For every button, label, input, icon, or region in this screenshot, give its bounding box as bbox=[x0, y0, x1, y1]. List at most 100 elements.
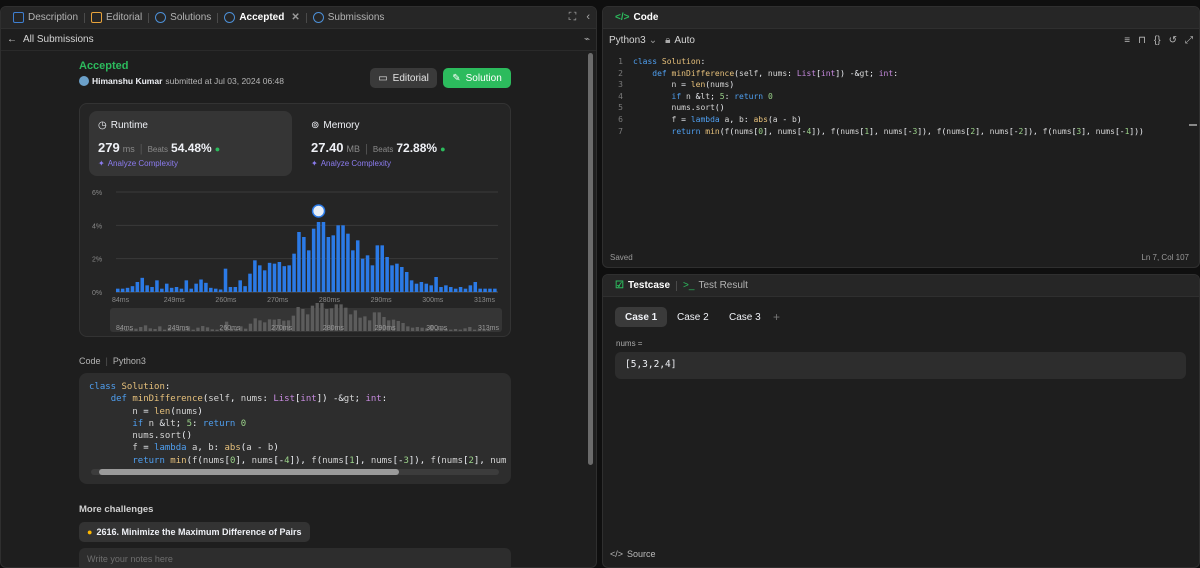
code-viewer[interactable]: class Solution: def minDifference(self, … bbox=[79, 373, 511, 484]
solution-label: Solution bbox=[465, 72, 502, 84]
bar bbox=[213, 288, 218, 292]
memory-unit: MB bbox=[346, 144, 361, 154]
chevron-left-icon[interactable]: ‹ bbox=[586, 11, 590, 24]
editorial-button[interactable]: ▭ Editorial bbox=[370, 68, 437, 88]
mini-bar bbox=[253, 318, 257, 331]
tab-accepted[interactable]: Accepted ✕ bbox=[218, 7, 305, 29]
bookmark-icon[interactable]: ⊓ bbox=[1138, 35, 1146, 46]
case-3-tab[interactable]: Case 3 bbox=[719, 307, 771, 327]
book-icon: ▭ bbox=[378, 72, 388, 84]
nums-input[interactable]: [5,3,2,4] bbox=[615, 352, 1186, 379]
runtime-distribution-chart[interactable]: 6% 4% 2% 0% 84ms 249ms 260ms 270ms 280ms 290ms 300… bbox=[80, 180, 512, 340]
book-icon bbox=[91, 12, 103, 23]
bar bbox=[331, 235, 336, 292]
source-link[interactable]: Source bbox=[627, 549, 656, 559]
solution-button[interactable]: ✎ Solution bbox=[443, 68, 511, 88]
username[interactable]: Himanshu Kumar bbox=[92, 76, 162, 86]
mini-bar bbox=[153, 329, 157, 331]
editor-line: 1 class Solution: bbox=[618, 57, 706, 66]
avatar[interactable] bbox=[79, 76, 89, 86]
bar bbox=[297, 232, 301, 292]
y-tick-label: 0% bbox=[92, 290, 102, 297]
testcase-panel: ☑ Testcase >_ Test Result Case 1 Case 2 Ca… bbox=[602, 274, 1200, 568]
code-block: class Solution: def minDifference(self, … bbox=[89, 381, 507, 467]
case-2-tab[interactable]: Case 2 bbox=[667, 307, 719, 327]
mini-x-label: 280ms bbox=[323, 325, 345, 332]
bar bbox=[463, 288, 468, 292]
bar bbox=[267, 262, 272, 292]
sparkle-icon: ✦ bbox=[98, 159, 105, 168]
mini-bar bbox=[368, 320, 372, 331]
tab-submissions[interactable]: Submissions bbox=[307, 7, 391, 29]
format-icon[interactable]: ≡ bbox=[1124, 35, 1130, 46]
tab-testcase[interactable]: ☑ Testcase bbox=[609, 275, 676, 297]
bar bbox=[370, 265, 375, 292]
bar bbox=[189, 288, 193, 292]
case-label: Case 3 bbox=[729, 311, 761, 323]
language-select[interactable]: Python3 bbox=[609, 35, 646, 46]
stats-card: ◷ Runtime 279 ms | Beats 54.48% ● ✦ Analyz… bbox=[79, 103, 511, 337]
check-box-icon: ☑ bbox=[615, 280, 624, 291]
y-tick-label: 6% bbox=[92, 190, 102, 197]
bar bbox=[160, 288, 164, 292]
editor-scrollbar[interactable] bbox=[1189, 124, 1197, 126]
tab-editorial[interactable]: Editorial bbox=[85, 7, 148, 29]
history-icon bbox=[312, 12, 324, 23]
tab-test-result[interactable]: >_ Test Result bbox=[677, 275, 754, 297]
mini-bar bbox=[244, 328, 248, 331]
mini-bar bbox=[472, 329, 477, 331]
bar bbox=[164, 283, 169, 292]
mode-label[interactable]: Auto bbox=[674, 35, 695, 46]
leaf-icon: ● bbox=[214, 144, 221, 154]
editor-line: 2 def minDifference(self, nums: List[int… bbox=[618, 68, 899, 78]
horizontal-scrollbar[interactable] bbox=[91, 469, 499, 475]
braces-icon[interactable]: {} bbox=[1154, 35, 1161, 46]
notes-input[interactable]: Write your notes here bbox=[79, 548, 511, 567]
vertical-scrollbar[interactable] bbox=[588, 53, 593, 465]
link-icon[interactable]: ⌁ bbox=[584, 34, 590, 45]
bar bbox=[194, 283, 198, 292]
mini-bar bbox=[201, 326, 205, 331]
code-line: if n &lt; 5: return 0 bbox=[132, 418, 247, 429]
tab-description[interactable]: Description bbox=[7, 7, 84, 29]
analyze-complexity-link[interactable]: Analyze Complexity bbox=[321, 159, 391, 168]
tab-code[interactable]: </> Code bbox=[609, 7, 664, 29]
add-case-icon[interactable]: + bbox=[773, 310, 780, 324]
case-label: Case 2 bbox=[677, 311, 709, 323]
reset-icon[interactable]: ↺ bbox=[1169, 35, 1177, 46]
memory-value: 27.40 bbox=[311, 140, 344, 155]
leaf-icon: ● bbox=[440, 144, 446, 154]
expand-icon[interactable]: ⤢ bbox=[1185, 35, 1193, 46]
case-1-tab[interactable]: Case 1 bbox=[615, 307, 668, 327]
memory-card[interactable]: ⊚ Memory 27.40 MB | Beats 72.88% ● ✦ Analy… bbox=[302, 111, 505, 176]
code-editor[interactable]: 1 class Solution: 2 def minDifference(self… bbox=[611, 56, 1189, 136]
close-icon[interactable]: ✕ bbox=[291, 12, 299, 23]
x-tick-label: 249ms bbox=[164, 297, 186, 304]
chevron-down-icon[interactable]: ⌄ bbox=[649, 35, 657, 46]
all-submissions-link[interactable]: All Submissions bbox=[23, 34, 94, 45]
tab-solutions[interactable]: Solutions bbox=[149, 7, 217, 29]
bar bbox=[473, 282, 478, 292]
arrow-left-icon[interactable]: ← bbox=[7, 34, 17, 45]
bar bbox=[375, 245, 380, 292]
history-icon bbox=[224, 12, 236, 23]
flask-icon bbox=[155, 12, 167, 23]
bar bbox=[223, 268, 228, 292]
submission-panel: Description Editorial Solutions Accepted… bbox=[0, 6, 597, 568]
bar bbox=[434, 277, 438, 292]
code-label: Code bbox=[79, 356, 101, 366]
more-challenges-heading: More challenges bbox=[79, 504, 154, 515]
runtime-unit: ms bbox=[122, 144, 135, 154]
mini-bar bbox=[401, 323, 405, 331]
bar bbox=[414, 283, 419, 292]
analyze-complexity-link[interactable]: Analyze Complexity bbox=[108, 159, 178, 168]
y-tick-label: 2% bbox=[92, 257, 102, 264]
mini-bar bbox=[263, 322, 267, 331]
maximize-icon[interactable]: ⛶ bbox=[569, 11, 577, 24]
challenge-chip[interactable]: ● 2616. Minimize the Maximum Difference o… bbox=[79, 522, 310, 542]
runtime-card[interactable]: ◷ Runtime 279 ms | Beats 54.48% ● ✦ Analyz… bbox=[89, 111, 292, 176]
bar bbox=[419, 282, 424, 292]
bar bbox=[311, 228, 316, 292]
mini-bar bbox=[420, 327, 424, 331]
bar bbox=[351, 250, 355, 292]
